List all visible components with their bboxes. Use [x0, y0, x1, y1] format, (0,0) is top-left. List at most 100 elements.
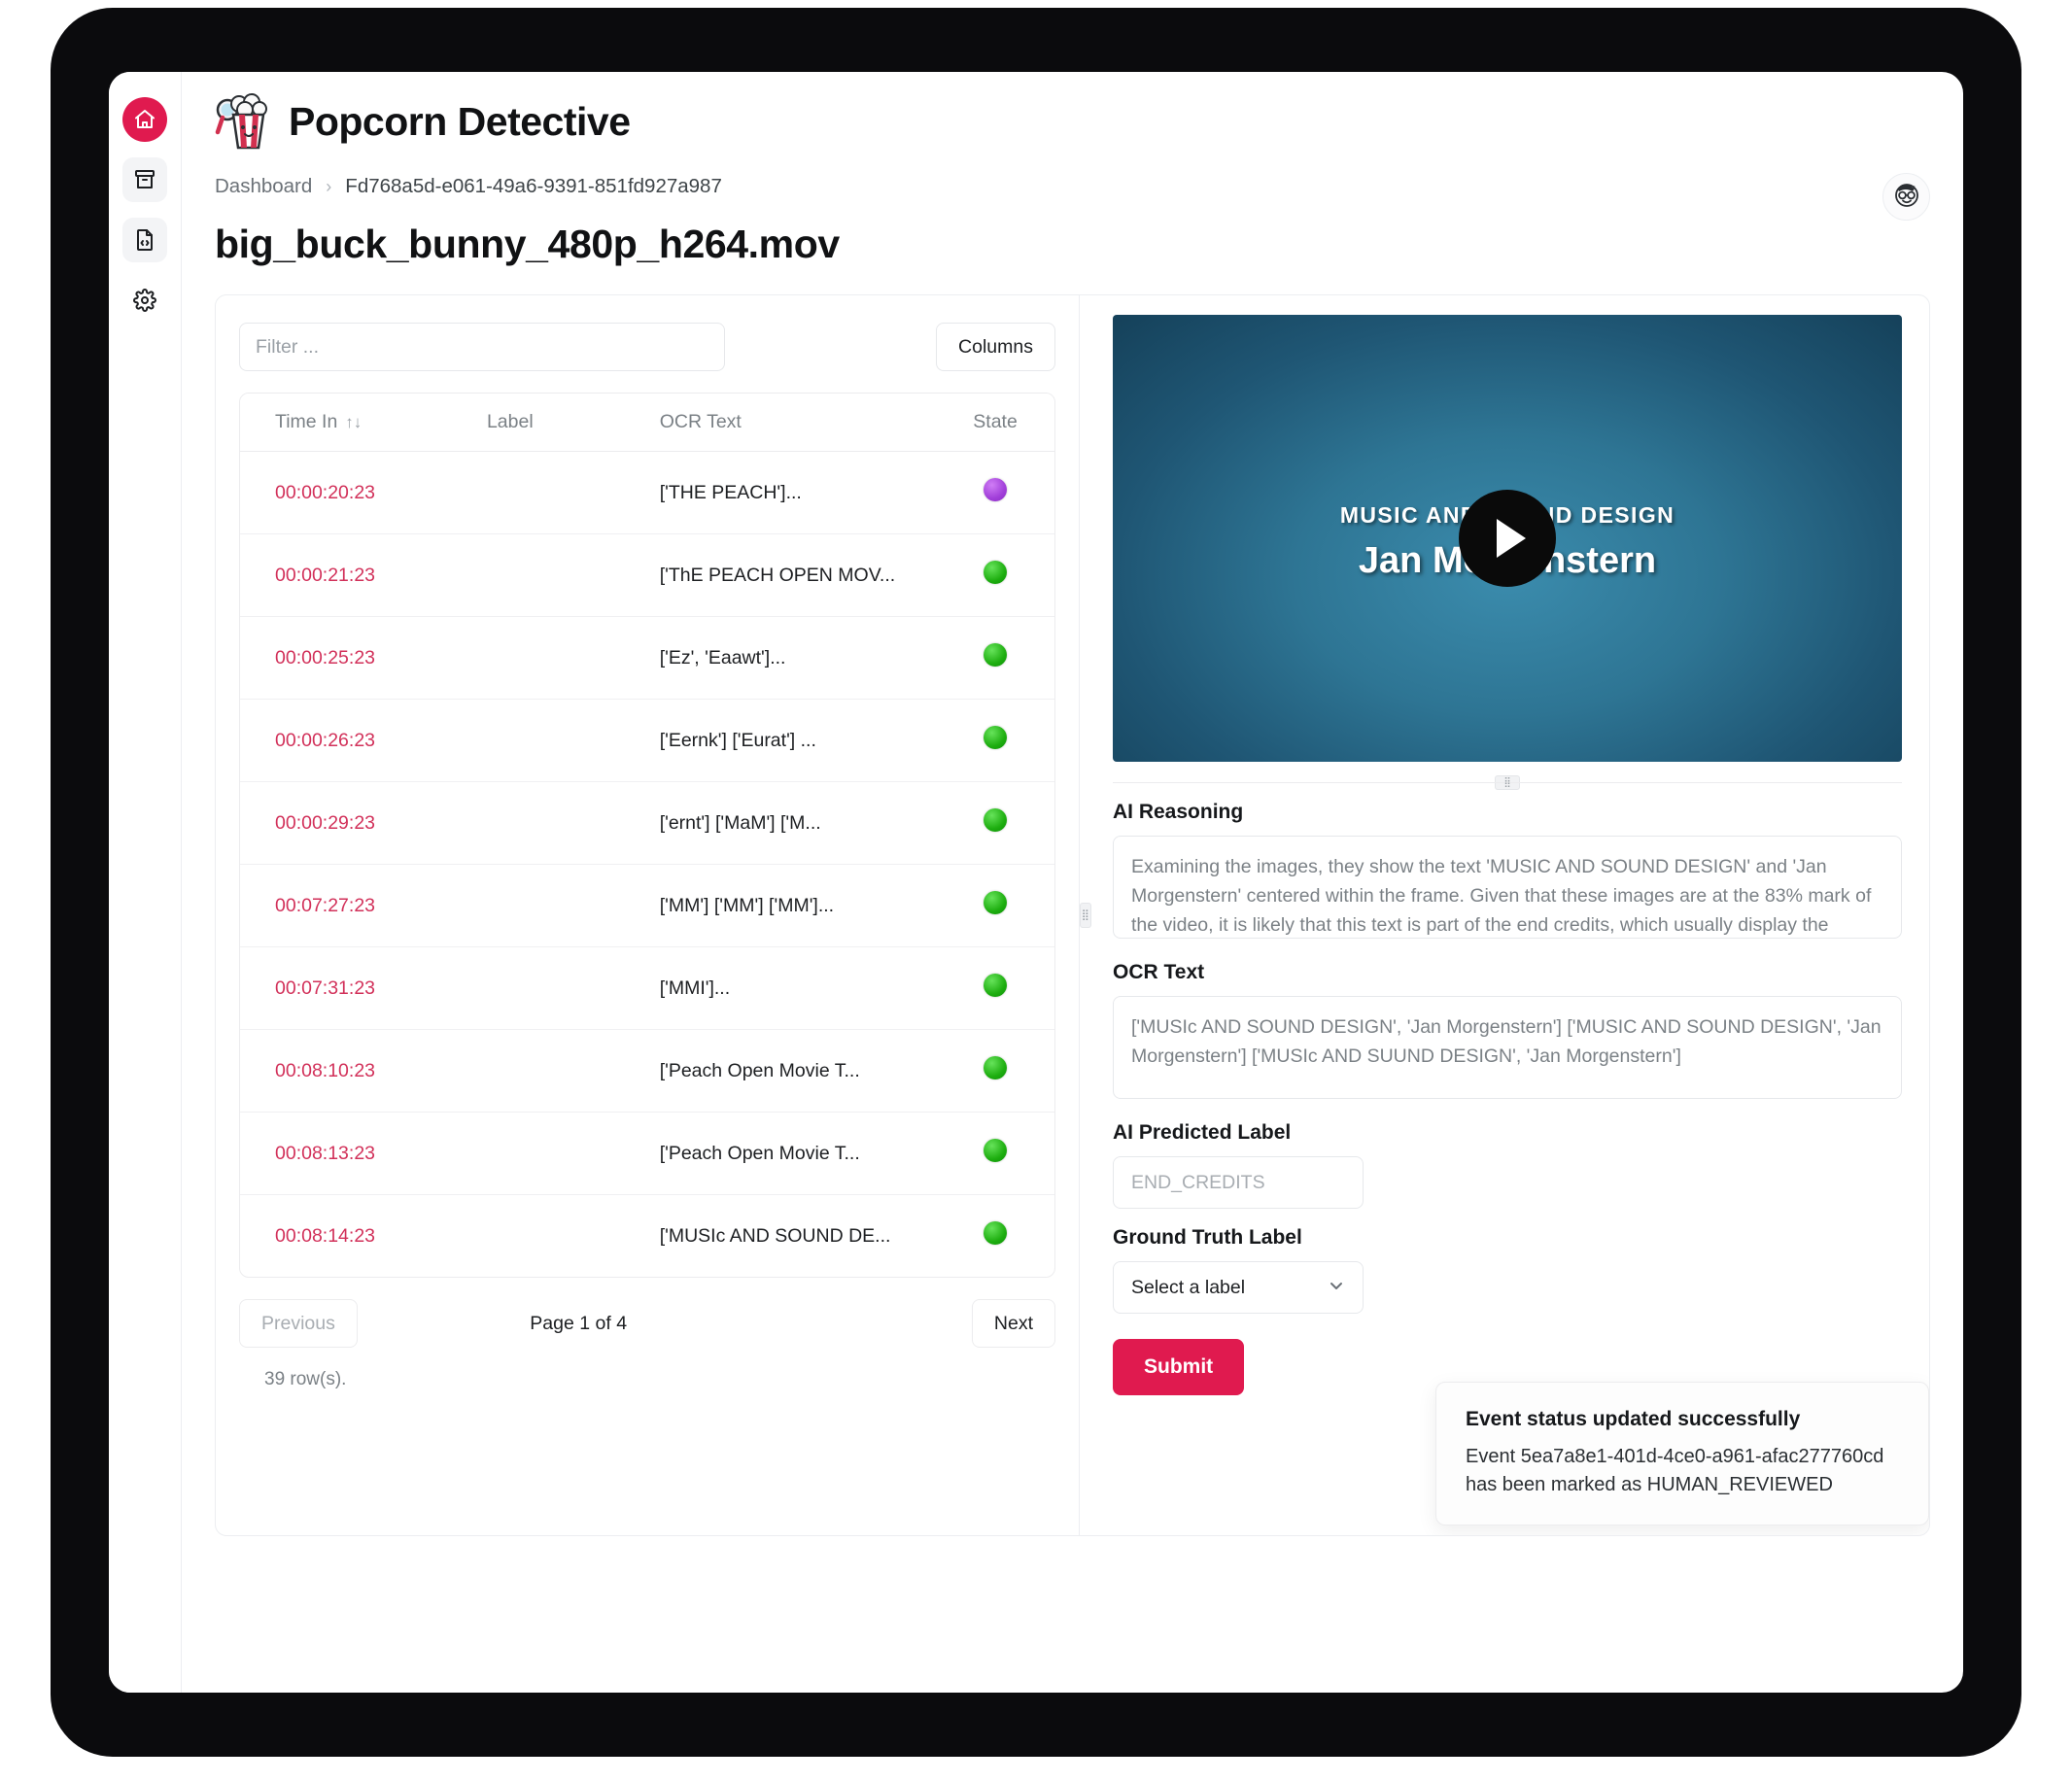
events-table-pane: Columns Time In ↑↓ Label OCR Text [216, 295, 1079, 1535]
cell-state [936, 782, 1054, 865]
panel-splitter[interactable]: ⣿ [1079, 295, 1091, 1535]
table-row[interactable]: 00:00:21:23 ['ThE PEACH OPEN MOV... [240, 534, 1054, 617]
ocr-text-textarea[interactable]: ['MUSIc AND SOUND DESIGN', 'Jan Morgenst… [1113, 996, 1902, 1099]
ai-predicted-label-input[interactable] [1113, 1156, 1364, 1209]
cell-state [936, 1030, 1054, 1113]
status-badge [984, 1056, 1008, 1079]
status-badge [984, 1139, 1008, 1162]
cell-ocr-text: ['ThE PEACH OPEN MOV... [659, 564, 896, 586]
sidebar-item-home[interactable] [122, 97, 167, 142]
cell-state [936, 1195, 1054, 1278]
table-row[interactable]: 00:07:31:23 ['MMI']... [240, 947, 1054, 1030]
cell-label [487, 1195, 660, 1278]
table-row[interactable]: 00:00:25:23 ['Ez', 'Eaawt']... [240, 617, 1054, 700]
ground-truth-label-label: Ground Truth Label [1113, 1226, 1302, 1249]
ground-truth-selected-value: Select a label [1131, 1276, 1246, 1298]
cell-label [487, 782, 660, 865]
table-row[interactable]: 00:07:27:23 ['MM'] ['MM'] ['MM']... [240, 865, 1054, 947]
breadcrumb: Dashboard › Fd768a5d-e061-49a6-9391-851f… [215, 175, 1930, 198]
page-indicator: Page 1 of 4 [530, 1312, 628, 1334]
cell-label [487, 534, 660, 617]
ai-reasoning-textarea[interactable]: Examining the images, they show the text… [1113, 836, 1902, 939]
row-count: 39 row(s). [264, 1369, 347, 1389]
toast-notification[interactable]: Event status updated successfully Event … [1435, 1382, 1929, 1525]
breadcrumb-root[interactable]: Dashboard [215, 175, 312, 198]
events-table: Time In ↑↓ Label OCR Text State 00:00:20:… [239, 393, 1055, 1278]
cell-state [936, 534, 1054, 617]
cell-time-in: 00:08:10:23 [275, 1059, 376, 1081]
status-badge [984, 891, 1008, 914]
cell-state [936, 947, 1054, 1030]
popcorn-magnifier-icon [215, 93, 275, 150]
column-header-state[interactable]: State [936, 394, 1054, 452]
status-badge [984, 1221, 1008, 1245]
ai-predicted-label-label: AI Predicted Label [1113, 1121, 1292, 1144]
toast-title: Event status updated successfully [1466, 1408, 1801, 1430]
play-icon [1497, 519, 1526, 558]
cell-label [487, 700, 660, 782]
toast-message: Event 5ea7a8e1-401d-4ce0-a961-afac277760… [1466, 1446, 1884, 1495]
cell-time-in: 00:00:25:23 [275, 646, 376, 668]
video-player[interactable]: MUSIC AND SOUND DESIGN Jan Morgenstern [1113, 315, 1902, 762]
pagination: Previous Page 1 of 4 Next [239, 1299, 1055, 1348]
table-row[interactable]: 00:08:10:23 ['Peach Open Movie T... [240, 1030, 1054, 1113]
table-row[interactable]: 00:00:26:23 ['Eernk'] ['Eurat'] ... [240, 700, 1054, 782]
play-button[interactable] [1459, 490, 1556, 587]
table-toolbar: Columns [239, 323, 1055, 371]
sidebar [109, 72, 182, 1693]
cell-state [936, 1113, 1054, 1195]
cell-label [487, 865, 660, 947]
breadcrumb-separator-icon: › [326, 176, 332, 196]
cell-ocr-text: ['Peach Open Movie T... [659, 1059, 860, 1081]
cell-ocr-text: ['MMI']... [659, 977, 731, 999]
status-badge [984, 643, 1008, 667]
cell-label [487, 452, 660, 534]
column-header-label[interactable]: Label [486, 394, 660, 452]
gear-icon [133, 289, 156, 312]
table-row[interactable]: 00:00:29:23 ['ernt'] ['MaM'] ['M... [240, 782, 1054, 865]
cell-ocr-text: ['THE PEACH']... [659, 481, 802, 503]
cell-ocr-text: ['Peach Open Movie T... [659, 1142, 860, 1164]
cell-label [487, 947, 660, 1030]
file-code-icon [133, 228, 156, 252]
cell-time-in: 00:08:13:23 [275, 1142, 376, 1164]
table-row[interactable]: 00:00:20:23 ['THE PEACH']... [240, 452, 1054, 534]
table-body: 00:00:20:23 ['THE PEACH']... 00:00:21:23… [240, 452, 1054, 1278]
ocr-text-label: OCR Text [1113, 961, 1205, 983]
previous-page-button[interactable]: Previous [239, 1299, 358, 1348]
submit-button[interactable]: Submit [1113, 1339, 1245, 1395]
archive-box-icon [133, 168, 156, 191]
cell-state [936, 865, 1054, 947]
status-badge [984, 726, 1008, 749]
cell-ocr-text: ['Ez', 'Eaawt']... [659, 646, 786, 668]
cell-time-in: 00:08:14:23 [275, 1224, 376, 1247]
cell-time-in: 00:07:27:23 [275, 894, 376, 916]
sidebar-item-file-code[interactable] [122, 218, 167, 262]
sidebar-item-settings[interactable] [122, 278, 167, 323]
content-card: Columns Time In ↑↓ Label OCR Text [215, 294, 1930, 1536]
avatar[interactable] [1882, 173, 1930, 221]
sidebar-item-archive[interactable] [122, 157, 167, 202]
filter-input[interactable] [239, 323, 725, 371]
column-header-ocr-text[interactable]: OCR Text [659, 394, 937, 452]
chevron-down-icon [1328, 1277, 1345, 1299]
app-window: Popcorn Detective Dashboard › Fd768a5d-e… [109, 72, 1963, 1693]
table-row[interactable]: 00:08:14:23 ['MUSIc AND SOUND DE... [240, 1195, 1054, 1278]
status-badge [984, 478, 1008, 501]
ground-truth-label-select[interactable]: Select a label [1113, 1261, 1364, 1314]
app-title: Popcorn Detective [289, 98, 631, 144]
brand-header: Popcorn Detective [215, 93, 1930, 150]
cell-label [487, 1113, 660, 1195]
page-title: big_buck_bunny_480p_h264.mov [215, 222, 840, 266]
cell-time-in: 00:00:29:23 [275, 811, 376, 834]
status-badge [984, 808, 1008, 832]
table-header-row: Time In ↑↓ Label OCR Text State [240, 394, 1054, 452]
next-page-button[interactable]: Next [971, 1299, 1055, 1348]
splitter-grip-icon[interactable]: ⣿ [1080, 903, 1091, 928]
cell-time-in: 00:07:31:23 [275, 977, 376, 999]
table-row[interactable]: 00:08:13:23 ['Peach Open Movie T... [240, 1113, 1054, 1195]
column-header-time-in[interactable]: Time In ↑↓ [240, 394, 487, 452]
user-avatar-icon [1890, 178, 1923, 216]
columns-button[interactable]: Columns [936, 323, 1055, 371]
sort-icon[interactable]: ↑↓ [345, 413, 362, 431]
